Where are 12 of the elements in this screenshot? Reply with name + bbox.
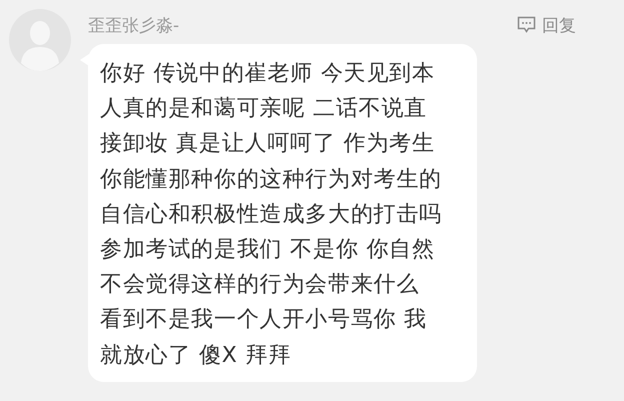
- message-line: 你能懂那种你的这种行为对考生的: [100, 166, 442, 194]
- comment-icon: [517, 16, 536, 34]
- reply-button[interactable]: 回复: [517, 14, 576, 36]
- message-line: 人真的是和蔼可亲呢 二话不说直: [100, 95, 427, 124]
- message-line: 接卸妆 真是让人呵呵了 作为考生: [100, 130, 435, 158]
- message-line: 看到不是我一个人开小号骂你 我: [100, 306, 427, 334]
- message-line: 你好 传说中的崔老师 今天见到本: [100, 60, 435, 88]
- message-line: 自信心和积极性造成多大的打击吗: [100, 200, 442, 229]
- message-line: 参加考试的是我们 不是你 你自然: [100, 236, 435, 264]
- message-line: 就放心了 傻X 拜拜: [100, 342, 292, 370]
- username[interactable]: 歪歪张彡淼-: [88, 14, 180, 36]
- message-line: 不会觉得这样的行为会带来什么: [100, 271, 420, 300]
